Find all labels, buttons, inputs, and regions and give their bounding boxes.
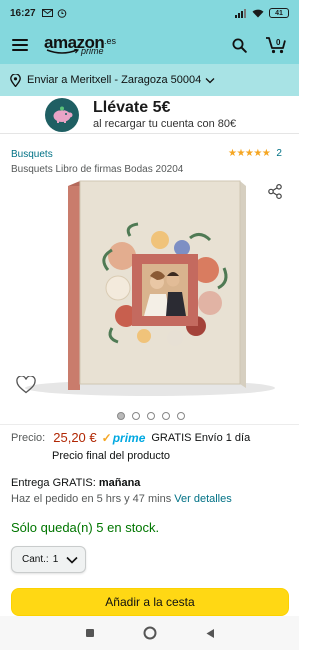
delivery-info: Entrega GRATIS: mañana xyxy=(11,477,140,489)
cart-icon[interactable]: 0 xyxy=(265,36,287,54)
promo-title: Llévate 5€ xyxy=(93,98,171,116)
prime-check-icon: ✓ xyxy=(101,430,112,445)
home-icon[interactable] xyxy=(143,626,157,640)
wifi-icon xyxy=(252,9,264,17)
prime-badge: ✓ prime xyxy=(102,431,146,445)
rating-count: 2 xyxy=(276,148,282,159)
menu-icon[interactable] xyxy=(12,39,28,51)
alarm-icon xyxy=(57,9,66,18)
final-price-note: Precio final del producto xyxy=(52,450,171,462)
amazon-prime-logo[interactable]: amazon .es prime xyxy=(44,31,124,59)
carousel-dot[interactable] xyxy=(132,412,140,420)
chevron-down-icon xyxy=(66,556,78,564)
recent-apps-icon[interactable] xyxy=(85,628,95,638)
product-image[interactable] xyxy=(10,178,280,403)
rating[interactable]: ★★★★★ 2 xyxy=(228,148,282,159)
carousel-dot[interactable] xyxy=(177,412,185,420)
delivery-details-link[interactable]: Ver detalles xyxy=(174,493,231,505)
delivery-day: mañana xyxy=(98,477,141,489)
quantity-select[interactable]: Cant.: 1 xyxy=(11,546,86,573)
piggy-bank-icon xyxy=(45,97,79,132)
order-by-info: Haz el pedido en 5 hrs y 47 mins Ver det… xyxy=(11,493,232,505)
stock-status: Sólo queda(n) 5 en stock. xyxy=(11,520,160,535)
location-pin-icon xyxy=(10,73,21,87)
logo-prime: prime xyxy=(81,46,104,56)
quantity-value: 1 xyxy=(52,554,59,565)
delivery-location-text: Enviar a Meritxell - Zaragoza 50004 xyxy=(27,74,202,86)
brand-link[interactable]: Busquets xyxy=(11,149,53,160)
image-carousel-dots xyxy=(117,412,185,420)
chevron-down-icon xyxy=(205,77,215,83)
status-time: 16:27 xyxy=(10,7,36,19)
promo-banner[interactable]: Llévate 5€ al recargar tu cuenta con 80€ xyxy=(0,96,299,134)
order-by-text: Haz el pedido en 5 hrs y 47 mins xyxy=(11,493,172,505)
promo-subtitle: al recargar tu cuenta con 80€ xyxy=(93,117,237,130)
carousel-dot[interactable] xyxy=(147,412,155,420)
quantity-label: Cant.: xyxy=(22,554,49,565)
price-label: Precio: xyxy=(11,431,46,444)
rating-stars: ★★★★★ xyxy=(228,148,271,159)
logo-tld: .es xyxy=(104,36,117,46)
product-title: Busquets Libro de firmas Bodas 20204 xyxy=(11,164,184,175)
carousel-dot[interactable] xyxy=(117,412,125,420)
top-header: amazon .es prime 0 xyxy=(0,26,299,64)
add-to-cart-button[interactable]: Añadir a la cesta xyxy=(11,588,289,616)
share-icon[interactable] xyxy=(268,184,282,199)
carousel-dot[interactable] xyxy=(162,412,170,420)
free-shipping-text: GRATIS Envío 1 día xyxy=(151,431,251,444)
svg-text:0: 0 xyxy=(276,38,281,47)
battery-icon: 41 xyxy=(269,8,289,18)
mail-icon xyxy=(41,9,53,17)
smile-arrow-icon xyxy=(46,49,80,54)
system-nav-bar xyxy=(0,616,299,650)
wishlist-heart-icon[interactable] xyxy=(16,376,36,394)
signal-icon xyxy=(235,8,246,18)
delivery-prefix: Entrega GRATIS: xyxy=(11,477,96,489)
delivery-location-bar[interactable]: Enviar a Meritxell - Zaragoza 50004 xyxy=(0,64,299,96)
price-row: Precio: 25,20 € ✓ prime GRATIS Envío 1 dí… xyxy=(11,430,250,445)
status-bar: 16:27 41 xyxy=(0,0,299,26)
price-value: 25,20 € xyxy=(53,430,97,445)
divider xyxy=(0,424,299,425)
back-icon[interactable] xyxy=(205,628,215,639)
search-icon[interactable] xyxy=(232,38,247,53)
prime-label: prime xyxy=(112,430,146,445)
